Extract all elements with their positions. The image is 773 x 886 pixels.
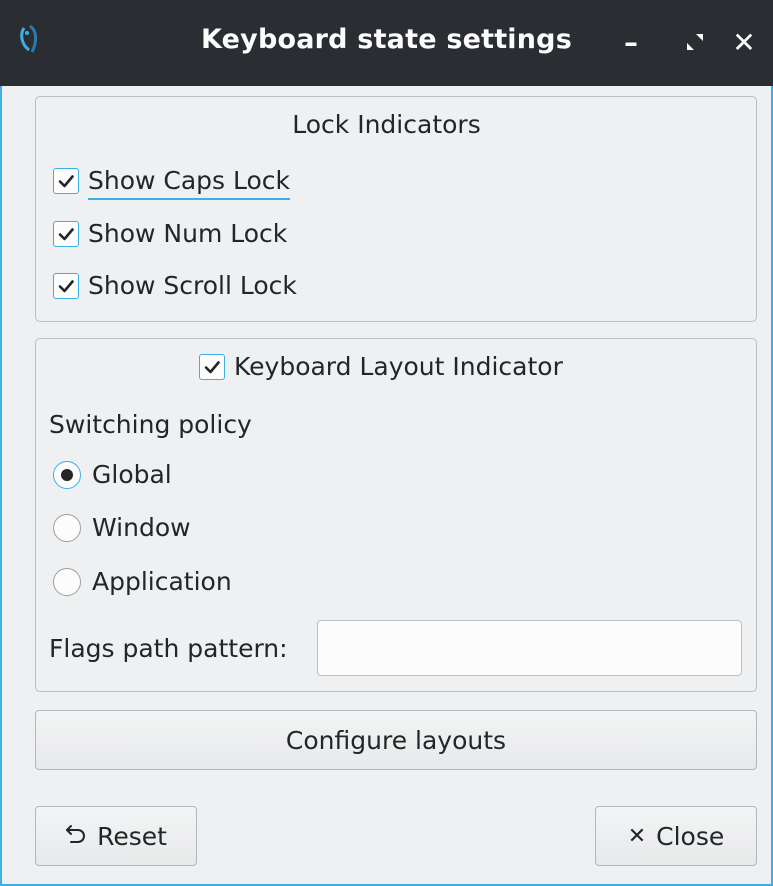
policy-application-label: Application (92, 567, 232, 596)
undo-icon (65, 823, 87, 849)
reset-label: Reset (97, 821, 167, 851)
keyboard-layout-indicator-checkbox[interactable]: Keyboard Layout Indicator (199, 352, 563, 381)
policy-application-radio[interactable]: Application (53, 567, 232, 596)
show-num-lock-checkbox[interactable]: Show Num Lock (53, 219, 287, 248)
keyboard-layout-indicator-label: Keyboard Layout Indicator (234, 352, 563, 381)
configure-layouts-button[interactable]: Configure layouts (35, 710, 757, 770)
radio-selected-icon (53, 460, 81, 489)
show-scroll-lock-checkbox[interactable]: Show Scroll Lock (53, 271, 297, 300)
checkbox-checked-icon (53, 167, 79, 194)
show-caps-lock-checkbox[interactable]: Show Caps Lock (53, 166, 291, 200)
reset-button[interactable]: Reset (35, 806, 197, 866)
flags-path-pattern-input[interactable] (317, 620, 742, 676)
minimize-icon[interactable]: – (617, 26, 645, 59)
show-num-lock-label: Show Num Lock (88, 219, 288, 248)
policy-window-radio[interactable]: Window (53, 513, 191, 542)
maximize-icon[interactable] (681, 28, 709, 56)
lock-indicators-title: Lock Indicators (292, 110, 481, 139)
checkbox-checked-icon (199, 353, 225, 380)
switching-policy-label: Switching policy (49, 410, 252, 439)
radio-unselected-icon (53, 513, 81, 542)
policy-window-label: Window (92, 513, 191, 542)
checkbox-checked-icon (53, 272, 79, 299)
close-label: Close (656, 821, 725, 851)
show-scroll-lock-label: Show Scroll Lock (88, 271, 297, 300)
settings-window: Keyboard state settings – ✕ Lock Indicat… (0, 0, 773, 886)
show-caps-lock-label: Show Caps Lock (88, 166, 291, 200)
policy-global-label: Global (92, 460, 172, 489)
checkbox-checked-icon (53, 220, 79, 247)
close-icon[interactable]: ✕ (730, 26, 758, 59)
close-button[interactable]: ✕ Close (595, 806, 757, 866)
radio-unselected-icon (53, 567, 81, 596)
flags-path-pattern-label: Flags path pattern: (49, 634, 288, 663)
policy-global-radio[interactable]: Global (53, 460, 172, 489)
configure-layouts-label: Configure layouts (285, 725, 507, 755)
window-title: Keyboard state settings (201, 24, 572, 55)
title-bar[interactable]: Keyboard state settings – ✕ (0, 0, 773, 86)
close-x-icon: ✕ (627, 823, 647, 849)
